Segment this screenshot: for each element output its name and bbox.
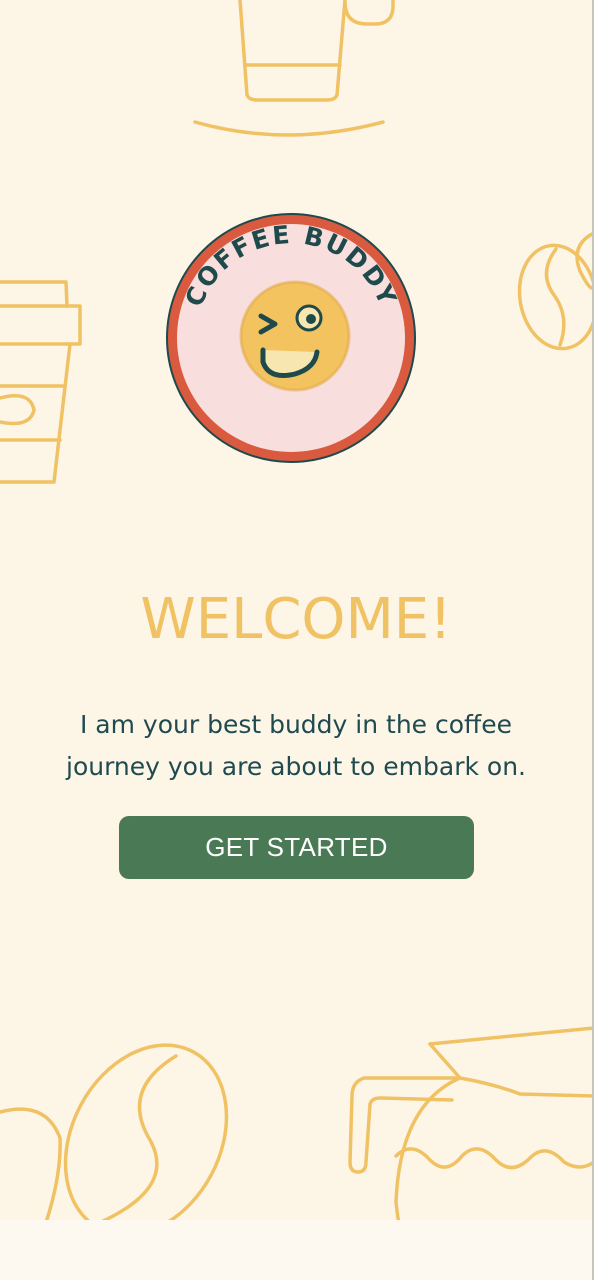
coffee-mug-icon (193, 0, 395, 137)
get-started-button[interactable]: GET STARTED (119, 816, 474, 879)
coffee-buddy-logo: COFFEE BUDDY (166, 213, 416, 463)
welcome-title: WELCOME! (140, 587, 452, 652)
coffee-beans-icon (517, 231, 594, 351)
bottom-bar (0, 1220, 592, 1280)
welcome-screen: COFFEE BUDDY WELCOME! I am your best bud… (0, 0, 594, 1280)
tagline-line-2: journey you are about to embark on. (66, 752, 526, 781)
welcome-tagline: I am your best buddy in the coffee journ… (30, 704, 562, 788)
tagline-line-1: I am your best buddy in the coffee (79, 710, 513, 739)
coffee-cup-icon (0, 280, 82, 484)
